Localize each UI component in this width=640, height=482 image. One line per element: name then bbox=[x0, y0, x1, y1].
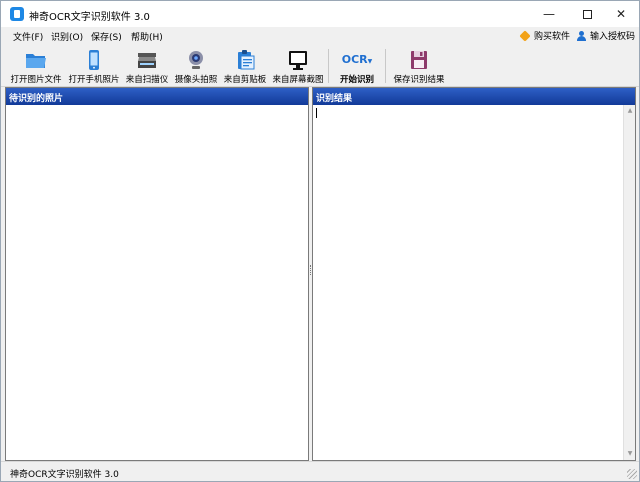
result-scrollbar[interactable]: ▲ ▼ bbox=[623, 105, 635, 460]
diamond-icon bbox=[519, 29, 531, 42]
start-recognition-button[interactable]: OCR▼ 开始识别 bbox=[335, 47, 379, 85]
minimize-button[interactable]: — bbox=[531, 1, 567, 27]
screen-capture-button[interactable]: 来自屏幕截图 bbox=[271, 47, 325, 85]
enter-license-link[interactable]: 输入授权码 bbox=[576, 29, 635, 42]
webcam-capture-label: 摄像头拍照 bbox=[174, 75, 218, 85]
resize-grip-icon[interactable] bbox=[627, 469, 637, 479]
phone-icon bbox=[89, 50, 99, 70]
app-window: 神奇OCR文字识别软件 3.0 — ✕ 文件(F) 识别(O) 保存(S) 帮助… bbox=[0, 0, 640, 482]
from-scanner-label: 来自扫描仪 bbox=[125, 75, 169, 85]
status-text: 神奇OCR文字识别软件 3.0 bbox=[10, 470, 119, 480]
save-result-label: 保存识别结果 bbox=[393, 75, 445, 85]
maximize-button[interactable] bbox=[569, 1, 605, 27]
scroll-down-icon[interactable]: ▼ bbox=[626, 450, 634, 458]
buy-software-link[interactable]: 购买软件 bbox=[519, 29, 571, 42]
folder-icon bbox=[26, 54, 46, 68]
open-phone-photo-button[interactable]: 打开手机照片 bbox=[67, 47, 121, 85]
maximize-icon bbox=[582, 10, 592, 19]
image-panel-title: 待识别的照片 bbox=[6, 88, 308, 105]
result-panel[interactable]: 识别结果 ▲ ▼ bbox=[312, 87, 636, 461]
menu-save[interactable]: 保存(S) bbox=[91, 30, 122, 43]
enter-license-label: 输入授权码 bbox=[590, 32, 636, 42]
scanner-icon bbox=[138, 53, 156, 68]
toolbar-separator bbox=[328, 49, 329, 83]
ocr-icon: OCR▼ bbox=[339, 49, 375, 71]
menu-help[interactable]: 帮助(H) bbox=[131, 30, 163, 43]
open-phone-photo-label: 打开手机照片 bbox=[68, 75, 120, 85]
status-bar: 神奇OCR文字识别软件 3.0 bbox=[1, 461, 639, 481]
title-bar: 神奇OCR文字识别软件 3.0 — ✕ bbox=[1, 1, 639, 27]
from-clipboard-label: 来自剪贴板 bbox=[223, 75, 267, 85]
from-clipboard-button[interactable]: 来自剪贴板 bbox=[221, 47, 269, 85]
window-title: 神奇OCR文字识别软件 3.0 bbox=[29, 12, 150, 23]
ocr-icon-text: OCR bbox=[341, 53, 368, 66]
buy-software-label: 购买软件 bbox=[534, 32, 571, 42]
menu-file[interactable]: 文件(F) bbox=[13, 30, 43, 43]
webcam-capture-button[interactable]: 摄像头拍照 bbox=[173, 47, 219, 85]
open-image-button[interactable]: 打开图片文件 bbox=[7, 47, 65, 85]
clipboard-icon bbox=[238, 50, 255, 70]
image-panel[interactable]: 待识别的照片 bbox=[5, 87, 309, 461]
monitor-icon bbox=[289, 51, 307, 70]
from-scanner-button[interactable]: 来自扫描仪 bbox=[123, 47, 171, 85]
result-panel-title: 识别结果 bbox=[313, 88, 635, 105]
scroll-up-icon[interactable]: ▲ bbox=[626, 107, 634, 115]
floppy-icon bbox=[411, 51, 427, 69]
user-icon bbox=[576, 30, 586, 41]
save-result-button[interactable]: 保存识别结果 bbox=[391, 47, 447, 85]
dropdown-arrow-icon: ▼ bbox=[367, 58, 373, 65]
splitter-grip-icon bbox=[310, 265, 311, 275]
screen-capture-label: 来自屏幕截图 bbox=[272, 75, 324, 85]
webcam-icon bbox=[189, 51, 203, 69]
start-recognition-label: 开始识别 bbox=[339, 75, 374, 85]
toolbar-separator bbox=[385, 49, 386, 83]
text-caret bbox=[316, 108, 317, 118]
close-button[interactable]: ✕ bbox=[603, 1, 639, 27]
menu-recognize[interactable]: 识别(O) bbox=[51, 30, 83, 43]
toolbar: 打开图片文件 打开手机照片 来自扫描仪 摄像头拍照 来自剪贴板 来自屏幕截图 O… bbox=[1, 45, 639, 87]
open-image-label: 打开图片文件 bbox=[10, 75, 62, 85]
app-logo-icon bbox=[10, 7, 24, 21]
menu-bar: 文件(F) 识别(O) 保存(S) 帮助(H) 购买软件 输入授权码 bbox=[1, 27, 639, 45]
